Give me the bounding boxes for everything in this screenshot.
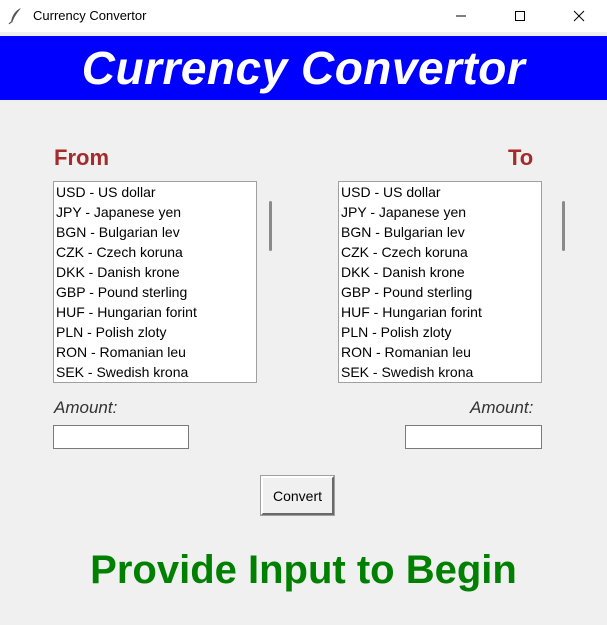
list-item[interactable]: DKK - Danish krone	[339, 262, 541, 282]
list-item[interactable]: BGN - Bulgarian lev	[54, 222, 256, 242]
list-item[interactable]: CZK - Czech koruna	[339, 242, 541, 262]
from-label: From	[54, 145, 109, 170]
from-amount-input[interactable]	[53, 425, 189, 449]
list-item[interactable]: PLN - Polish zloty	[54, 322, 256, 342]
list-item[interactable]: USD - US dollar	[339, 182, 541, 202]
list-item[interactable]: BGN - Bulgarian lev	[339, 222, 541, 242]
feather-icon	[8, 8, 21, 25]
list-item[interactable]: CZK - Czech koruna	[54, 242, 256, 262]
to-amount-label: Amount:	[470, 398, 534, 417]
list-item[interactable]: RON - Romanian leu	[339, 342, 541, 362]
to-currency-list[interactable]: USD - US dollar JPY - Japanese yen BGN -…	[338, 181, 542, 383]
header-banner: Currency Convertor	[0, 36, 607, 100]
list-item[interactable]: SEK - Swedish krona	[339, 362, 541, 382]
from-list-scrollbar[interactable]	[264, 181, 276, 383]
to-list-scrollbar[interactable]	[557, 181, 569, 383]
from-amount-label: Amount:	[54, 398, 118, 417]
list-item[interactable]: SEK - Swedish krona	[54, 362, 256, 382]
list-item[interactable]: PLN - Polish zloty	[339, 322, 541, 342]
minimize-icon	[456, 15, 466, 17]
list-item[interactable]: RON - Romanian leu	[54, 342, 256, 362]
window-title: Currency Convertor	[33, 8, 147, 23]
minimize-button[interactable]	[438, 0, 484, 32]
list-item[interactable]: GBP - Pound sterling	[54, 282, 256, 302]
status-message: Provide Input to Begin	[90, 548, 517, 592]
list-item[interactable]: GBP - Pound sterling	[339, 282, 541, 302]
list-item[interactable]: HUF - Hungarian forint	[54, 302, 256, 322]
scrollbar-thumb[interactable]	[269, 201, 272, 251]
list-item[interactable]: DKK - Danish krone	[54, 262, 256, 282]
close-icon	[573, 10, 585, 22]
app-title: Currency Convertor	[81, 42, 526, 94]
maximize-button[interactable]	[497, 0, 543, 32]
convert-button[interactable]: Convert	[260, 475, 335, 516]
scrollbar-thumb[interactable]	[562, 201, 565, 251]
list-item[interactable]: HUF - Hungarian forint	[339, 302, 541, 322]
to-amount-input[interactable]	[405, 425, 542, 449]
from-currency-list[interactable]: USD - US dollar JPY - Japanese yen BGN -…	[53, 181, 257, 383]
maximize-icon	[515, 11, 525, 21]
close-button[interactable]	[556, 0, 602, 32]
list-item[interactable]: JPY - Japanese yen	[54, 202, 256, 222]
title-bar: Currency Convertor	[0, 0, 607, 32]
list-item[interactable]: JPY - Japanese yen	[339, 202, 541, 222]
list-item[interactable]: USD - US dollar	[54, 182, 256, 202]
to-label: To	[508, 145, 534, 170]
